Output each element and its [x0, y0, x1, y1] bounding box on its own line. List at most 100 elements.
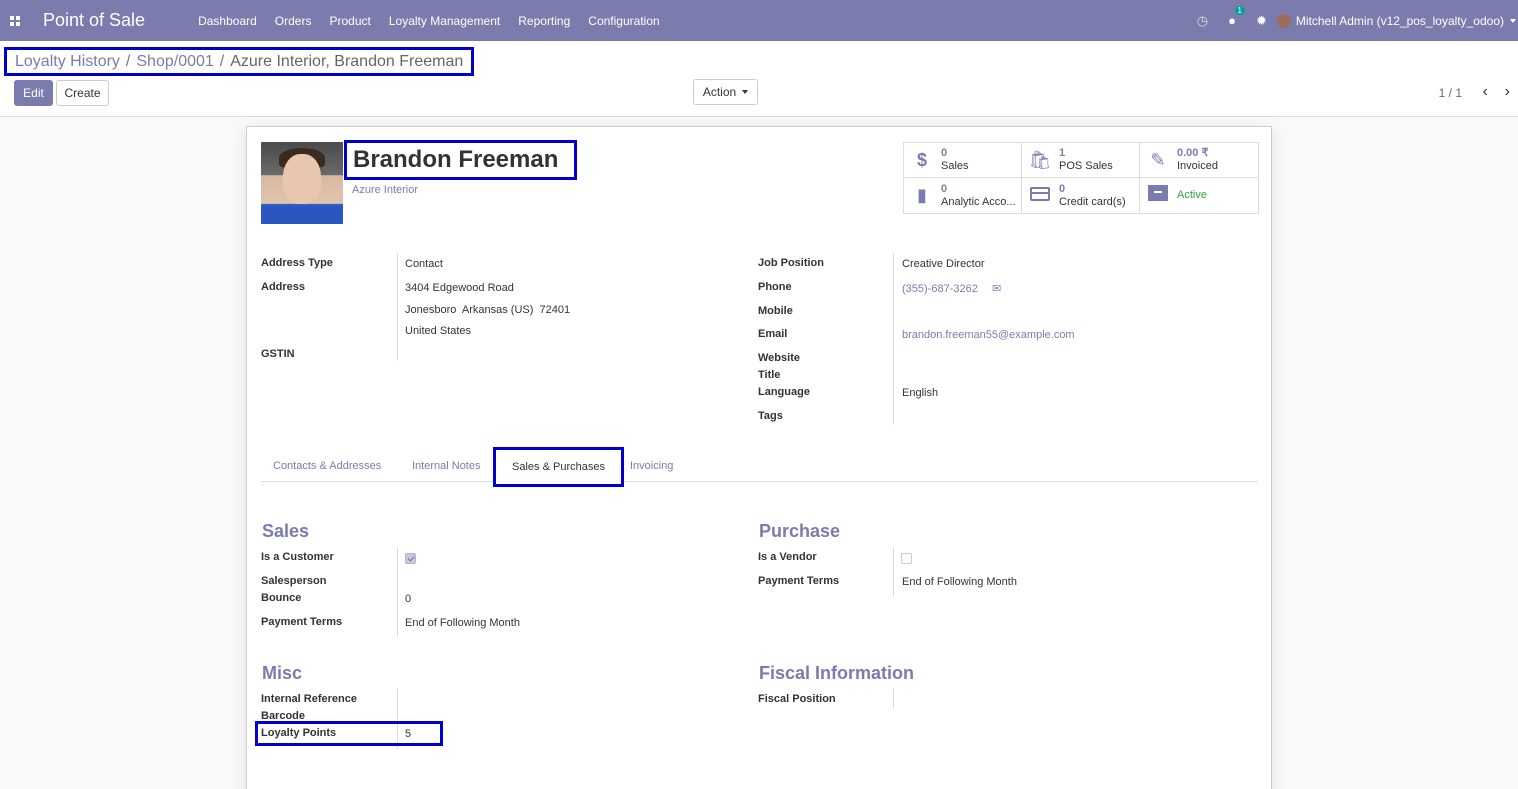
top-navbar: Point of Sale Dashboard Orders Product L…: [0, 0, 1518, 41]
divider: [397, 253, 398, 361]
create-button[interactable]: Create: [56, 80, 109, 106]
divider: [893, 253, 894, 425]
title-label: Title: [758, 369, 781, 381]
tab-contacts-addresses[interactable]: Contacts & Addresses: [273, 450, 381, 482]
chat-badge: 1: [1234, 6, 1245, 15]
menu-orders[interactable]: Orders: [266, 14, 321, 28]
apps-menu-icon[interactable]: [0, 0, 30, 41]
dollar-icon: $: [916, 149, 927, 170]
loyalty-points-value: 5: [405, 728, 412, 740]
payment-terms-value: End of Following Month: [405, 617, 520, 629]
breadcrumb-separator: /: [219, 52, 225, 70]
is-vendor-checkbox[interactable]: [901, 553, 912, 564]
bounce-value: 0: [405, 593, 412, 605]
vendor-payment-terms-value: End of Following Month: [902, 576, 1017, 588]
job-position-value: Creative Director: [902, 258, 985, 270]
mobile-label: Mobile: [758, 305, 793, 317]
user-menu[interactable]: Mitchell Admin (v12_pos_loyalty_odoo): [1276, 13, 1516, 28]
breadcrumb-current: Azure Interior, Brandon Freeman: [230, 52, 464, 70]
misc-section-title: Misc: [262, 663, 303, 683]
form-sheet: Brandon Freeman Azure Interior $ 0 Sales …: [246, 126, 1272, 789]
tags-label: Tags: [758, 410, 783, 422]
tab-internal-notes[interactable]: Internal Notes: [412, 450, 480, 482]
is-customer-label: Is a Customer: [261, 551, 334, 563]
email-link[interactable]: brandon.freeman55@example.com: [902, 329, 1075, 341]
partner-name: Brandon Freeman: [344, 140, 577, 180]
fiscal-information-section-title: Fiscal Information: [759, 663, 915, 683]
partner-company-link[interactable]: Azure Interior: [352, 184, 418, 196]
bug-icon[interactable]: ✹: [1256, 13, 1267, 29]
analytic-accounts-smart-button[interactable]: ▮ 0 Analytic Acco...: [904, 178, 1022, 213]
main-menu: Dashboard Orders Product Loyalty Managem…: [189, 14, 669, 28]
pos-sales-smart-button[interactable]: 🛍 1 POS Sales: [1022, 143, 1140, 178]
credit-card-icon: [1027, 185, 1053, 206]
avatar: [1276, 13, 1291, 28]
notebook-tabs: Contacts & Addresses Internal Notes Sale…: [261, 447, 1258, 487]
job-position-label: Job Position: [758, 257, 824, 269]
internal-reference-label: Internal Reference: [261, 693, 357, 705]
divider: [893, 689, 894, 709]
loyalty-points-label: Loyalty Points: [261, 727, 337, 739]
edit-button[interactable]: Edit: [14, 80, 53, 106]
address-type-value: Contact: [405, 258, 443, 270]
address-city: Jonesboro Arkansas (US) 72401: [405, 304, 571, 316]
chevron-down-icon: [1510, 18, 1516, 23]
active-toggle-button[interactable]: Active: [1140, 178, 1258, 213]
menu-reporting[interactable]: Reporting: [509, 14, 579, 28]
purchase-section-title: Purchase: [759, 521, 841, 541]
partner-photo[interactable]: [261, 142, 343, 224]
address-type-label: Address Type: [261, 257, 333, 269]
payment-terms-label: Payment Terms: [261, 616, 343, 628]
address-country: United States: [405, 325, 472, 337]
sales-smart-button[interactable]: $ 0 Sales: [904, 143, 1022, 178]
menu-configuration[interactable]: Configuration: [579, 14, 668, 28]
smart-buttons: $ 0 Sales 🛍 1 POS Sales ✎ 0.00 ₹ Invoiced ▮…: [903, 142, 1259, 214]
invoiced-smart-button[interactable]: ✎ 0.00 ₹ Invoiced: [1140, 143, 1258, 178]
divider: [893, 547, 894, 597]
action-dropdown[interactable]: Action: [693, 79, 758, 105]
is-customer-checkbox[interactable]: [405, 553, 416, 564]
address-street: 3404 Edgewood Road: [405, 282, 514, 294]
pager-previous-icon[interactable]: ‹: [1483, 83, 1488, 101]
action-label: Action: [702, 85, 737, 99]
navbar-systray: ◷ ● 1 ✹ Mitchell Admin (v12_pos_loyalty_o…: [1187, 0, 1518, 41]
email-label: Email: [758, 328, 788, 340]
bounce-label: Bounce: [261, 592, 302, 604]
sales-section-title: Sales: [262, 521, 310, 541]
app-title[interactable]: Point of Sale: [43, 10, 145, 31]
phone-label: Phone: [758, 281, 792, 293]
breadcrumb: Loyalty History / Shop/0001 / Azure Inte…: [4, 47, 475, 76]
chat-icon[interactable]: ● 1: [1228, 6, 1245, 28]
language-value: English: [902, 387, 939, 399]
control-panel: Loyalty History / Shop/0001 / Azure Inte…: [0, 41, 1518, 117]
breadcrumb-shop-order[interactable]: Shop/0001: [136, 53, 213, 71]
salesperson-label: Salesperson: [261, 575, 327, 587]
menu-dashboard[interactable]: Dashboard: [189, 14, 266, 28]
user-name: Mitchell Admin (v12_pos_loyalty_odoo): [1295, 13, 1504, 28]
book-icon: ▮: [917, 185, 927, 205]
vendor-payment-terms-label: Payment Terms: [758, 575, 840, 587]
breadcrumb-loyalty-history[interactable]: Loyalty History: [15, 53, 120, 71]
envelope-icon[interactable]: ✉: [992, 282, 1001, 295]
fiscal-position-label: Fiscal Position: [758, 693, 836, 705]
shopping-bag-icon: 🛍: [1028, 149, 1052, 170]
phone-link[interactable]: (355)-687-3262: [902, 283, 978, 295]
is-vendor-label: Is a Vendor: [758, 551, 817, 563]
divider: [397, 547, 398, 637]
chevron-down-icon: [742, 90, 749, 94]
credit-cards-smart-button[interactable]: 0 Credit card(s): [1022, 178, 1140, 213]
edit-invoice-icon: ✎: [1150, 149, 1166, 170]
archive-icon: [1145, 185, 1171, 206]
menu-loyalty-management[interactable]: Loyalty Management: [380, 14, 509, 28]
website-label: Website: [758, 352, 800, 364]
language-label: Language: [758, 386, 810, 398]
clock-icon[interactable]: ◷: [1197, 13, 1208, 29]
pager-value[interactable]: 1 / 1: [1439, 86, 1462, 100]
address-label: Address: [261, 281, 306, 293]
menu-product[interactable]: Product: [320, 14, 379, 28]
tab-sales-purchases[interactable]: Sales & Purchases: [493, 447, 624, 487]
breadcrumb-separator: /: [125, 52, 131, 70]
tab-invoicing[interactable]: Invoicing: [630, 450, 673, 482]
gstin-label: GSTIN: [261, 348, 295, 360]
pager-next-icon[interactable]: ›: [1505, 83, 1510, 101]
